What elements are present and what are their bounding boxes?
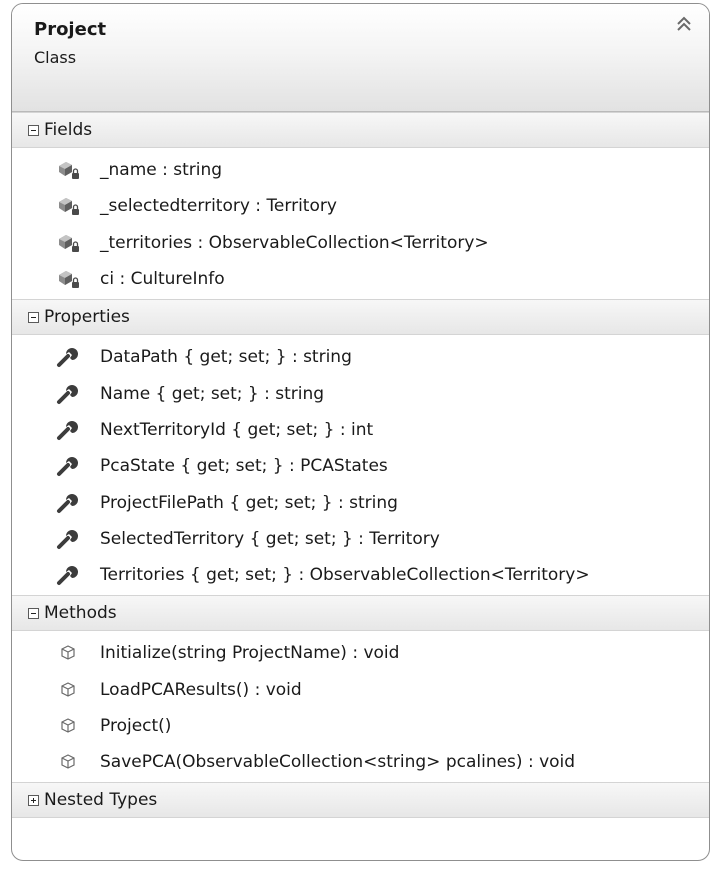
member-text: Project() [100,716,172,736]
collapse-minus-icon[interactable] [28,311,39,323]
member-row[interactable]: Initialize(string ProjectName) : void [12,635,709,671]
member-text: _name : string [100,160,223,181]
member-row[interactable]: SavePCA(ObservableCollection<string> pca… [12,744,709,780]
class-header: Project Class [12,4,709,112]
property-wrench-icon [56,455,84,477]
double-chevron-up-icon[interactable] [673,14,695,36]
section-label-fields: Fields [44,120,93,140]
class-stereotype: Class [34,48,77,67]
member-row[interactable]: Project() [12,708,709,744]
member-text: DataPath { get; set; } : string [100,347,352,368]
private-field-icon [56,268,84,290]
member-text: PcaState { get; set; } : PCAStates [100,456,388,477]
expand-plus-icon[interactable] [28,794,39,806]
member-row[interactable]: DataPath { get; set; } : string [12,339,709,375]
method-cube-icon [56,642,84,664]
member-row[interactable]: _territories : ObservableCollection<Terr… [12,225,709,261]
member-row[interactable]: NextTerritoryId { get; set; } : int [12,412,709,448]
member-text: Initialize(string ProjectName) : void [100,643,400,664]
section-label-methods: Methods [44,603,117,624]
property-wrench-icon [56,346,84,368]
property-wrench-icon [56,383,84,405]
private-field-icon [56,232,84,254]
member-row[interactable]: LoadPCAResults() : void [12,672,709,708]
member-text: _selectedterritory : Territory [100,196,337,217]
member-row[interactable]: ci : CultureInfo [12,261,709,297]
member-text: SelectedTerritory { get; set; } : Territ… [100,528,440,549]
section-header-nested-types[interactable]: Nested Types [12,782,709,819]
section-header-properties[interactable]: Properties [12,299,709,336]
member-row[interactable]: ProjectFilePath { get; set; } : string [12,484,709,520]
private-field-icon [56,195,84,217]
property-wrench-icon [56,492,84,514]
member-text: LoadPCAResults() : void [100,679,302,700]
member-text: SavePCA(ObservableCollection<string> pca… [100,752,576,773]
member-row[interactable]: SelectedTerritory { get; set; } : Territ… [12,521,709,557]
member-row[interactable]: _name : string [12,152,709,188]
class-shape[interactable]: Project Class Fields _name : string _sele… [11,3,710,861]
private-field-icon [56,159,84,181]
collapse-minus-icon[interactable] [28,124,39,136]
section-label-properties: Properties [44,307,130,328]
methods-list: Initialize(string ProjectName) : void Loa… [12,631,709,782]
member-row[interactable]: Territories { get; set; } : ObservableCo… [12,557,709,593]
member-text: ProjectFilePath { get; set; } : string [100,492,398,513]
member-text: Name { get; set; } : string [100,383,325,404]
collapse-minus-icon[interactable] [28,607,39,619]
member-text: NextTerritoryId { get; set; } : int [100,419,374,440]
method-cube-icon [56,679,84,701]
fields-list: _name : string _selectedterritory : Terri… [12,148,709,299]
section-header-fields[interactable]: Fields [12,112,709,148]
member-text: _territories : ObservableCollection<Terr… [100,232,489,253]
properties-list: DataPath { get; set; } : string Name { ge… [12,335,709,595]
property-wrench-icon [56,564,84,586]
member-row[interactable]: Name { get; set; } : string [12,375,709,411]
member-text: Territories { get; set; } : ObservableCo… [100,565,590,586]
property-wrench-icon [56,528,84,550]
section-label-nested-types: Nested Types [44,790,158,811]
member-row[interactable]: _selectedterritory : Territory [12,188,709,224]
member-text: ci : CultureInfo [100,269,225,290]
class-name: Project [34,19,107,40]
member-row[interactable]: PcaState { get; set; } : PCAStates [12,448,709,484]
section-header-methods[interactable]: Methods [12,595,709,632]
property-wrench-icon [56,419,84,441]
method-cube-icon [56,715,84,737]
method-cube-icon [56,751,84,773]
